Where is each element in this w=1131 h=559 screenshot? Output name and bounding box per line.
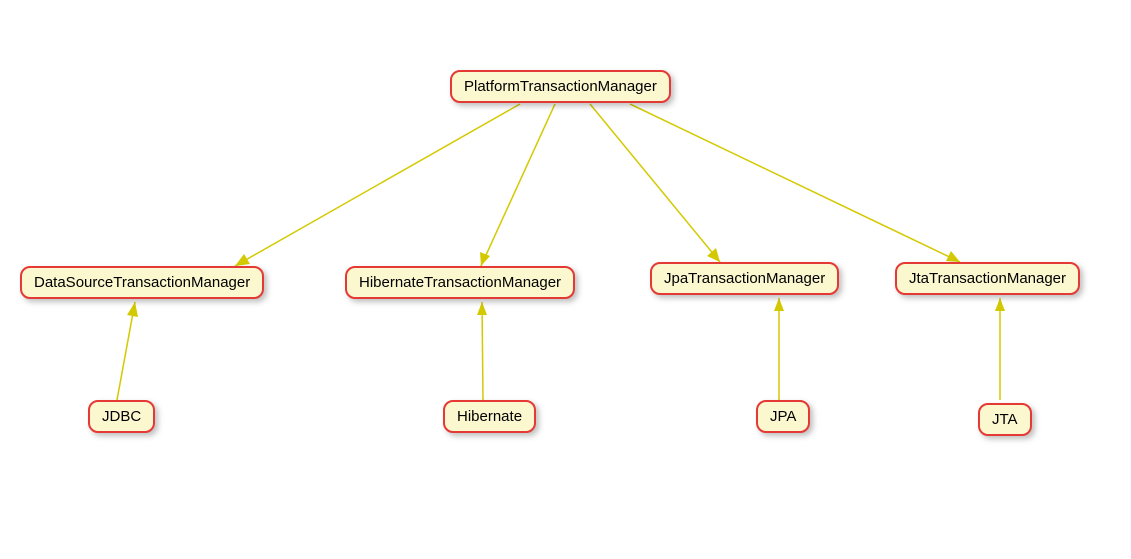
node-jta-transaction-manager: JtaTransactionManager — [895, 262, 1080, 295]
node-label: DataSourceTransactionManager — [34, 274, 250, 291]
edge-jdbc-to-datasource — [117, 302, 135, 400]
edge-root-to-hibernate — [481, 104, 555, 266]
node-label: JtaTransactionManager — [909, 270, 1066, 287]
arrowhead — [995, 298, 1005, 311]
node-label: PlatformTransactionManager — [464, 78, 657, 95]
node-hibernate-transaction-manager: HibernateTransactionManager — [345, 266, 575, 299]
node-jta: JTA — [978, 403, 1032, 436]
arrowhead — [480, 252, 490, 266]
arrowhead — [946, 251, 960, 262]
arrowhead — [477, 302, 487, 315]
edge-root-to-jpa — [590, 104, 720, 262]
node-platform-transaction-manager: PlatformTransactionManager — [450, 70, 671, 103]
edge-root-to-datasource — [235, 104, 520, 266]
edge-hibernate-to-hibernate — [482, 302, 483, 400]
edge-root-to-jta — [630, 104, 960, 262]
node-jpa: JPA — [756, 400, 810, 433]
node-datasource-transaction-manager: DataSourceTransactionManager — [20, 266, 264, 299]
node-jdbc: JDBC — [88, 400, 155, 433]
node-jpa-transaction-manager: JpaTransactionManager — [650, 262, 839, 295]
arrowhead — [127, 302, 138, 317]
node-label: JTA — [992, 411, 1018, 428]
arrowhead — [774, 298, 784, 311]
node-label: HibernateTransactionManager — [359, 274, 561, 291]
arrowhead — [235, 254, 250, 266]
arrowhead — [707, 248, 720, 262]
node-label: JPA — [770, 408, 796, 425]
node-label: JpaTransactionManager — [664, 270, 825, 287]
node-hibernate: Hibernate — [443, 400, 536, 433]
node-label: JDBC — [102, 408, 141, 425]
node-label: Hibernate — [457, 408, 522, 425]
